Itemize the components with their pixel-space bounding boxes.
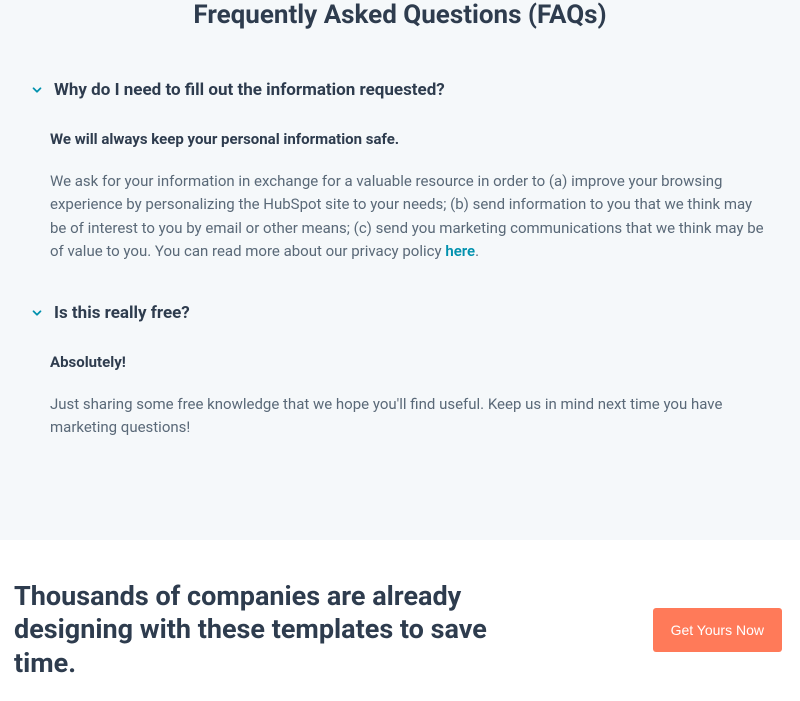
bottom-headline: Thousands of companies are already desig… xyxy=(14,580,554,681)
faq-answer-body: We ask for your information in exchange … xyxy=(50,170,770,263)
bottom-cta-section: Thousands of companies are already desig… xyxy=(0,540,800,701)
faq-answer-text-post: . xyxy=(475,242,479,260)
get-yours-now-button[interactable]: Get Yours Now xyxy=(653,608,782,652)
faq-answer: Absolutely! Just sharing some free knowl… xyxy=(30,353,770,440)
faq-answer: We will always keep your personal inform… xyxy=(30,130,770,263)
chevron-down-icon xyxy=(30,306,44,320)
faq-answer-heading: Absolutely! xyxy=(50,353,770,371)
faq-question-toggle[interactable]: Is this really free? xyxy=(30,303,770,323)
faq-item: Is this really free? Absolutely! Just sh… xyxy=(30,303,770,440)
faq-question-toggle[interactable]: Why do I need to fill out the informatio… xyxy=(30,80,770,100)
faq-item: Why do I need to fill out the informatio… xyxy=(30,80,770,263)
faq-answer-text-pre: Just sharing some free knowledge that we… xyxy=(50,395,722,436)
chevron-down-icon xyxy=(30,83,44,97)
faq-answer-body: Just sharing some free knowledge that we… xyxy=(50,393,770,440)
privacy-policy-link[interactable]: here xyxy=(445,242,475,260)
faq-question-text: Why do I need to fill out the informatio… xyxy=(54,80,445,100)
faq-answer-heading: We will always keep your personal inform… xyxy=(50,130,770,148)
faq-answer-text-pre: We ask for your information in exchange … xyxy=(50,172,764,260)
faq-section: Frequently Asked Questions (FAQs) Why do… xyxy=(0,0,800,540)
faq-question-text: Is this really free? xyxy=(54,303,190,323)
faq-title: Frequently Asked Questions (FAQs) xyxy=(30,0,770,80)
